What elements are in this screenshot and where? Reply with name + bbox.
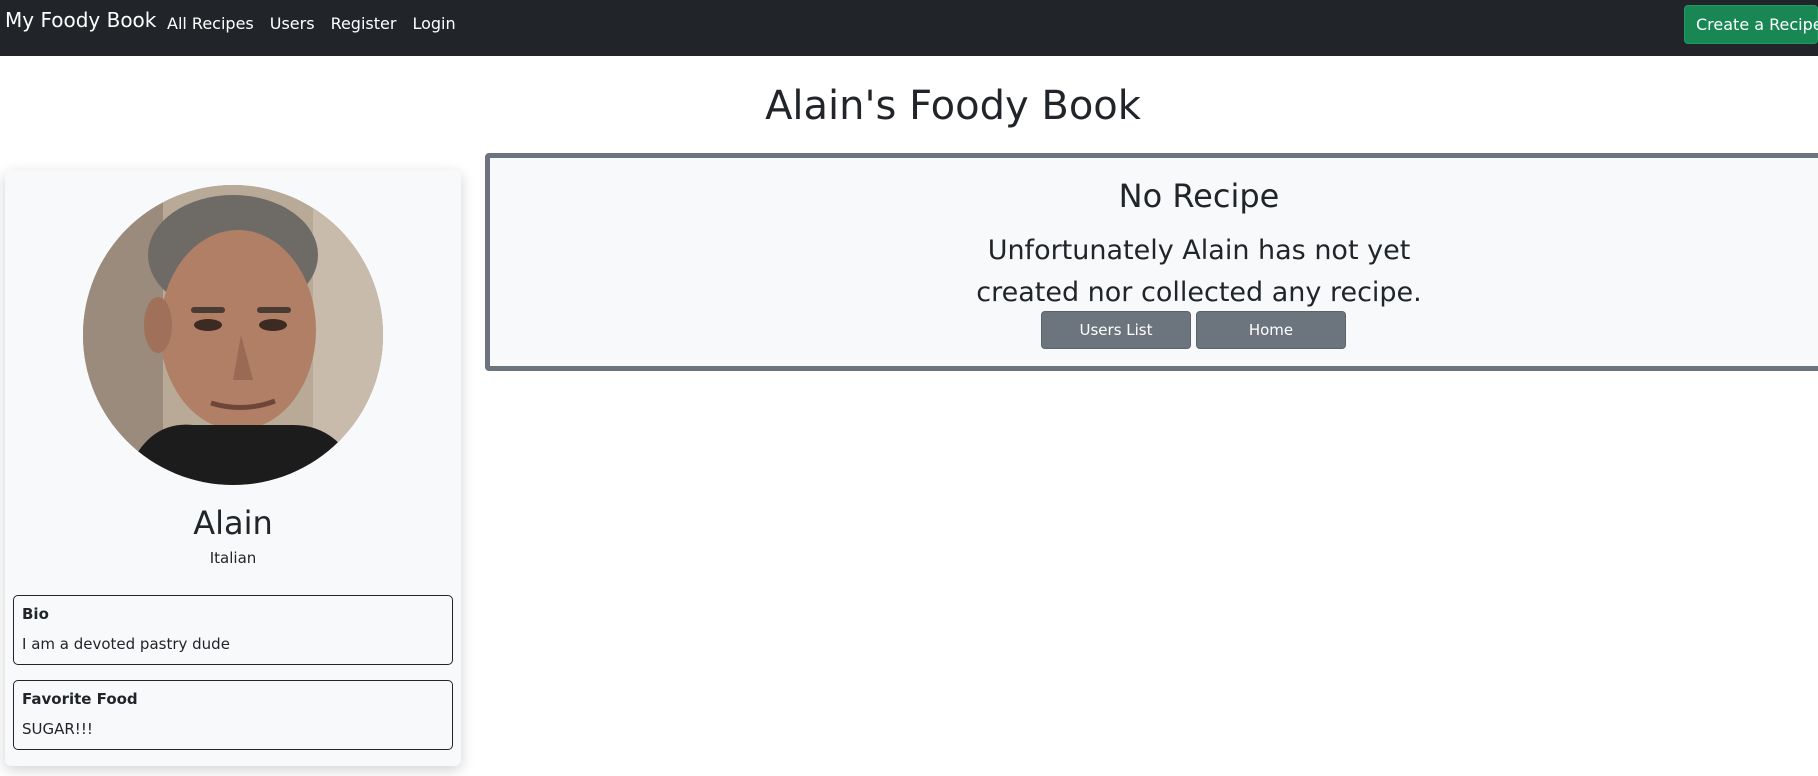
profile-name: Alain: [193, 504, 273, 542]
empty-state-actions: Users List Home: [1041, 311, 1346, 349]
no-recipe-message-line2: created nor collected any recipe.: [976, 277, 1422, 308]
page-title: Alain's Foody Book: [765, 83, 1141, 129]
favorite-food-label: Favorite Food: [22, 690, 138, 708]
bio-box: Bio I am a devoted pastry dude: [13, 595, 453, 665]
bio-text: I am a devoted pastry dude: [22, 635, 230, 653]
favorite-food-text: SUGAR!!!: [22, 720, 93, 738]
no-recipe-panel: No Recipe Unfortunately Alain has not ye…: [485, 153, 1818, 371]
home-button[interactable]: Home: [1196, 311, 1346, 349]
favorite-food-box: Favorite Food SUGAR!!!: [13, 680, 453, 750]
avatar: [83, 185, 383, 485]
profile-nationality: Italian: [209, 549, 257, 567]
user-photo-icon: [83, 185, 383, 485]
create-recipe-button[interactable]: Create a Recipe: [1684, 5, 1818, 44]
no-recipe-message: Unfortunately Alain has not yet created …: [490, 230, 1818, 314]
profile-card: Alain Italian Bio I am a devoted pastry …: [5, 170, 461, 766]
top-navbar: My Foody Book All Recipes Users Register…: [0, 0, 1818, 56]
no-recipe-title: No Recipe: [1118, 177, 1280, 215]
nav-link-all-recipes[interactable]: All Recipes: [167, 14, 254, 34]
nav-link-register[interactable]: Register: [331, 14, 397, 34]
nav-links: All Recipes Users Register Login: [167, 14, 472, 34]
nav-link-login[interactable]: Login: [412, 14, 455, 34]
users-list-button[interactable]: Users List: [1041, 311, 1191, 349]
nav-link-users[interactable]: Users: [270, 14, 315, 34]
no-recipe-message-line1: Unfortunately Alain has not yet: [987, 235, 1411, 266]
bio-label: Bio: [22, 605, 49, 623]
brand-link[interactable]: My Foody Book: [5, 8, 156, 32]
